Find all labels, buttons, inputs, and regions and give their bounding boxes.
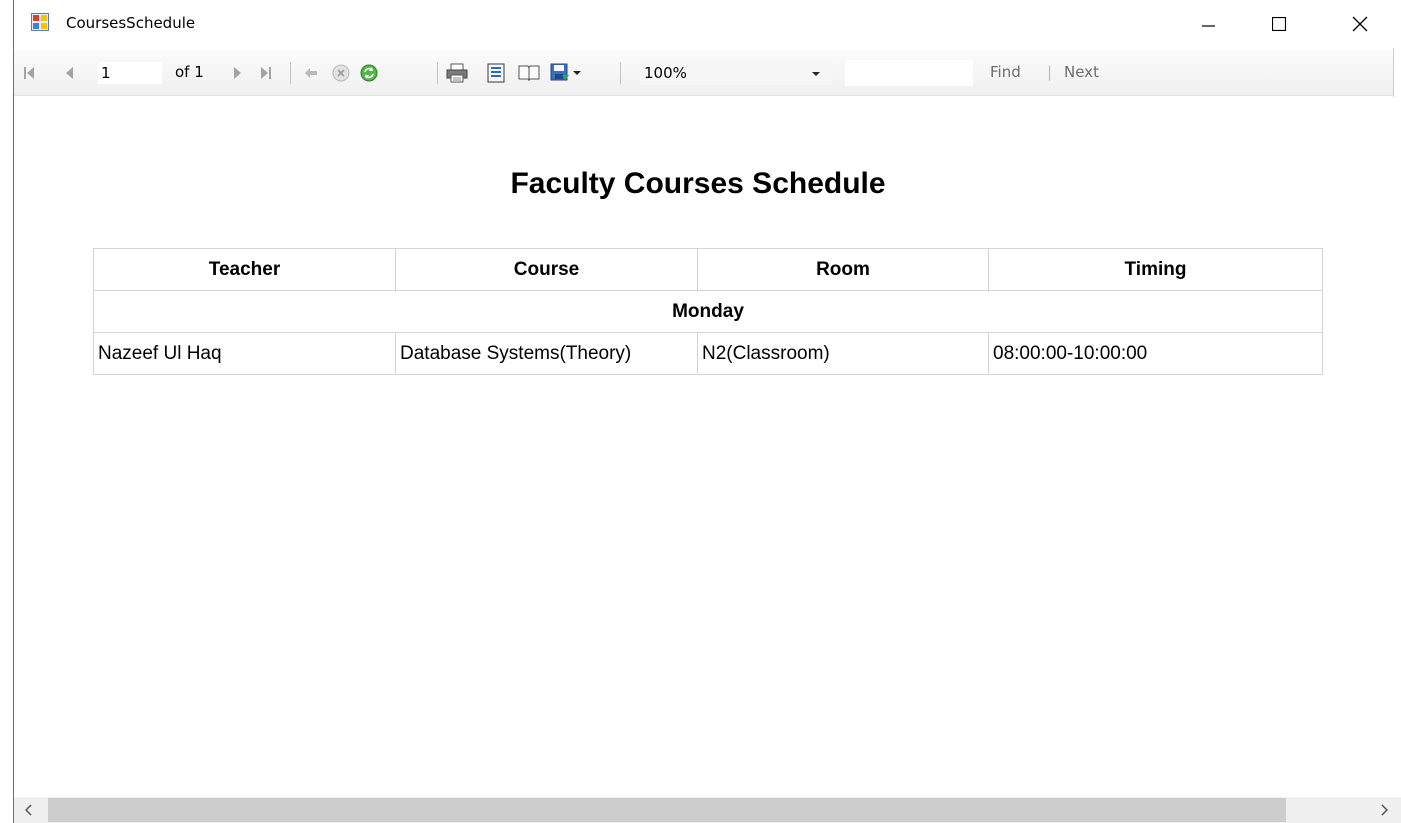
report-viewer[interactable]: Faculty Courses Schedule Teacher Course … [14,97,1401,797]
find-separator: | [1047,63,1053,81]
next-page-button[interactable] [228,50,246,96]
column-header-course: Course [395,248,698,291]
app-icon [31,13,49,31]
last-page-icon [261,67,271,79]
page-setup-icon [518,65,540,82]
toolbar-separator [620,62,621,84]
zoom-dropdown-icon [812,63,820,85]
cell-timing: 08:00:00-10:00:00 [988,332,1323,375]
schedule-table: Teacher Course Room Timing Monday Nazeef… [93,248,1323,375]
print-layout-button[interactable] [484,50,508,96]
page-setup-button[interactable] [516,50,542,96]
print-layout-icon [487,63,505,83]
maximize-button[interactable] [1256,0,1302,48]
toolbar-separator [437,62,438,84]
column-header-teacher: Teacher [93,248,396,291]
zoom-value: 100% [644,64,687,82]
back-button[interactable] [301,50,321,96]
table-header-row: Teacher Course Room Timing [93,248,1323,291]
refresh-button[interactable] [357,50,381,96]
first-page-icon [24,67,34,79]
page-number-input[interactable]: 1 [98,62,162,84]
next-page-icon [234,67,241,79]
previous-page-button[interactable] [60,50,80,96]
export-button[interactable] [548,50,572,96]
stop-icon [332,64,350,82]
minimize-button[interactable] [1186,0,1232,48]
print-icon [446,63,468,83]
toolbar-separator [290,62,291,84]
zoom-select[interactable]: 100% [640,61,832,85]
column-header-timing: Timing [988,248,1323,291]
report-toolbar: 1 of 1 100% Find | Next [14,50,1394,96]
last-page-button[interactable] [255,50,277,96]
chevron-left-icon [25,804,32,816]
cell-course: Database Systems(Theory) [395,332,698,375]
print-button[interactable] [444,50,470,96]
chevron-right-icon [1381,804,1388,816]
back-icon [305,68,317,78]
export-dropdown-button[interactable] [571,50,583,96]
day-label: Monday [93,290,1323,333]
cell-room: N2(Classroom) [697,332,989,375]
maximize-icon [1272,17,1286,31]
find-button[interactable]: Find [990,63,1021,81]
column-header-room: Room [697,248,989,291]
close-button[interactable] [1337,0,1383,48]
export-icon [550,63,569,81]
refresh-icon [360,64,378,82]
minimize-icon [1202,25,1215,27]
report-title: Faculty Courses Schedule [510,167,886,200]
previous-page-icon [66,67,73,79]
window-title: CoursesSchedule [66,14,196,32]
stop-button[interactable] [330,50,352,96]
export-dropdown-icon [573,71,581,75]
page-count-label: of 1 [175,63,204,81]
first-page-button[interactable] [18,50,40,96]
close-icon [1352,16,1368,32]
find-next-button[interactable]: Next [1064,63,1099,81]
cell-teacher: Nazeef Ul Haq [93,332,396,375]
horizontal-scrollbar[interactable] [14,797,1401,823]
scroll-right-button[interactable] [1369,797,1399,823]
table-row: Nazeef Ul Haq Database Systems(Theory) N… [93,332,1323,375]
scrollbar-thumb[interactable] [48,798,1286,822]
scroll-left-button[interactable] [14,797,44,823]
title-bar[interactable]: CoursesSchedule [14,0,1401,48]
find-text-input[interactable] [845,60,973,86]
toolbar-right-edge [1393,48,1394,98]
day-group-row: Monday [93,290,1323,333]
